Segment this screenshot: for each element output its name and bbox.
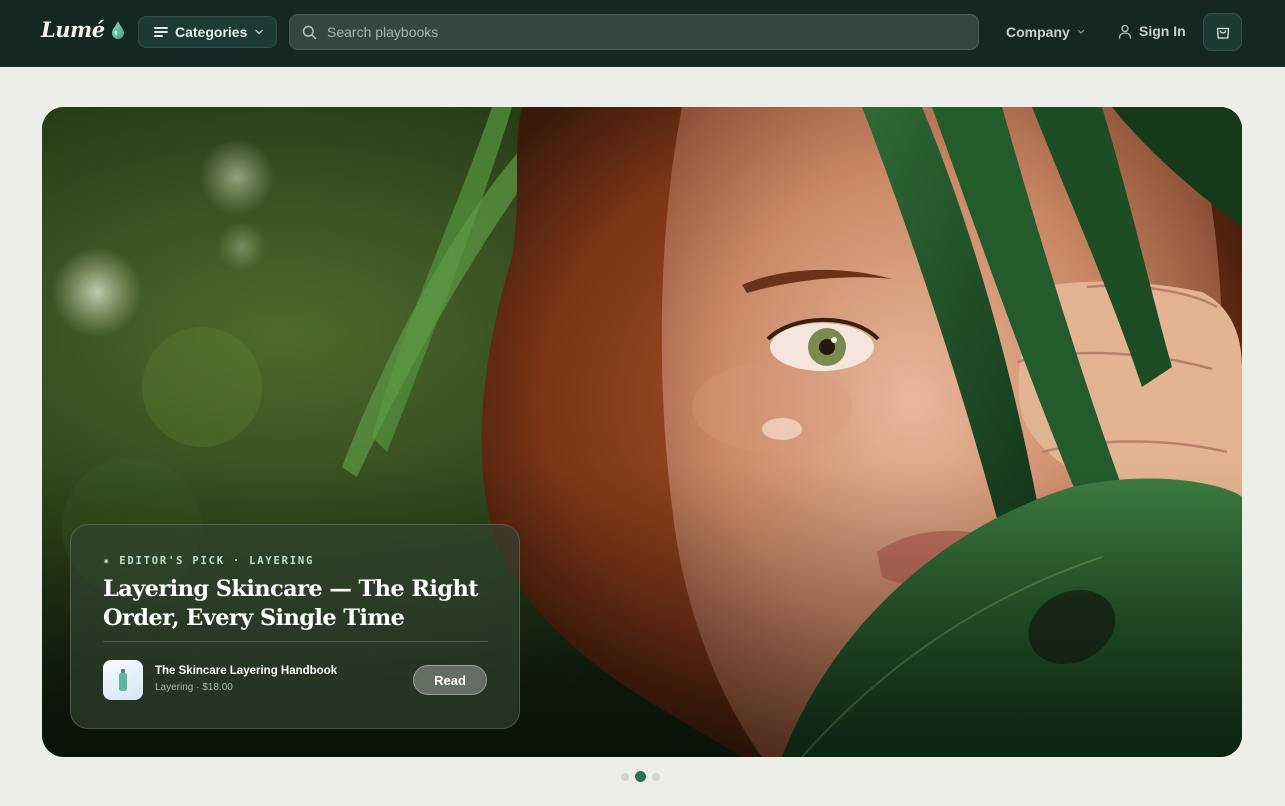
company-menu[interactable]: Company — [1006, 24, 1086, 40]
sign-in-label: Sign In — [1139, 23, 1186, 39]
categories-button[interactable]: Categories — [138, 16, 277, 48]
product-meta: Layering · $18.00 — [155, 682, 233, 693]
bottle-icon — [119, 669, 127, 691]
hero-carousel: ✷ EDITOR'S PICK · LAYERING Layering Skin… — [42, 107, 1242, 757]
card-divider — [103, 641, 488, 642]
search-input[interactable] — [327, 24, 947, 40]
cart-button[interactable] — [1203, 13, 1242, 51]
carousel-dot-2-active[interactable] — [635, 771, 646, 782]
card-eyebrow: ✷ EDITOR'S PICK · LAYERING — [103, 555, 315, 567]
chevron-down-icon — [1077, 29, 1084, 34]
top-navigation-bar: Lumé Categories Company — [0, 0, 1285, 67]
menu-icon — [154, 27, 168, 37]
categories-label: Categories — [175, 24, 248, 40]
chevron-down-icon — [255, 29, 264, 35]
search-icon — [302, 25, 317, 39]
product-thumbnail[interactable] — [103, 660, 143, 700]
carousel-dot-1[interactable] — [621, 772, 629, 781]
company-label: Company — [1006, 24, 1070, 40]
carousel-pagination — [621, 771, 660, 782]
shopping-bag-icon — [1216, 27, 1229, 39]
brand-name: Lumé — [41, 17, 105, 42]
card-title[interactable]: Layering Skincare — The Right Order, Eve… — [103, 575, 493, 633]
droplet-icon — [111, 20, 124, 39]
product-name[interactable]: The Skincare Layering Handbook — [155, 665, 337, 677]
read-button[interactable]: Read — [413, 665, 487, 695]
sign-in-link[interactable]: Sign In — [1118, 23, 1186, 39]
brand-logo[interactable]: Lumé — [41, 17, 125, 42]
user-icon — [1118, 24, 1132, 39]
editors-pick-card: ✷ EDITOR'S PICK · LAYERING Layering Skin… — [70, 524, 520, 729]
search-bar[interactable] — [289, 14, 979, 50]
carousel-dot-3[interactable] — [652, 772, 660, 781]
